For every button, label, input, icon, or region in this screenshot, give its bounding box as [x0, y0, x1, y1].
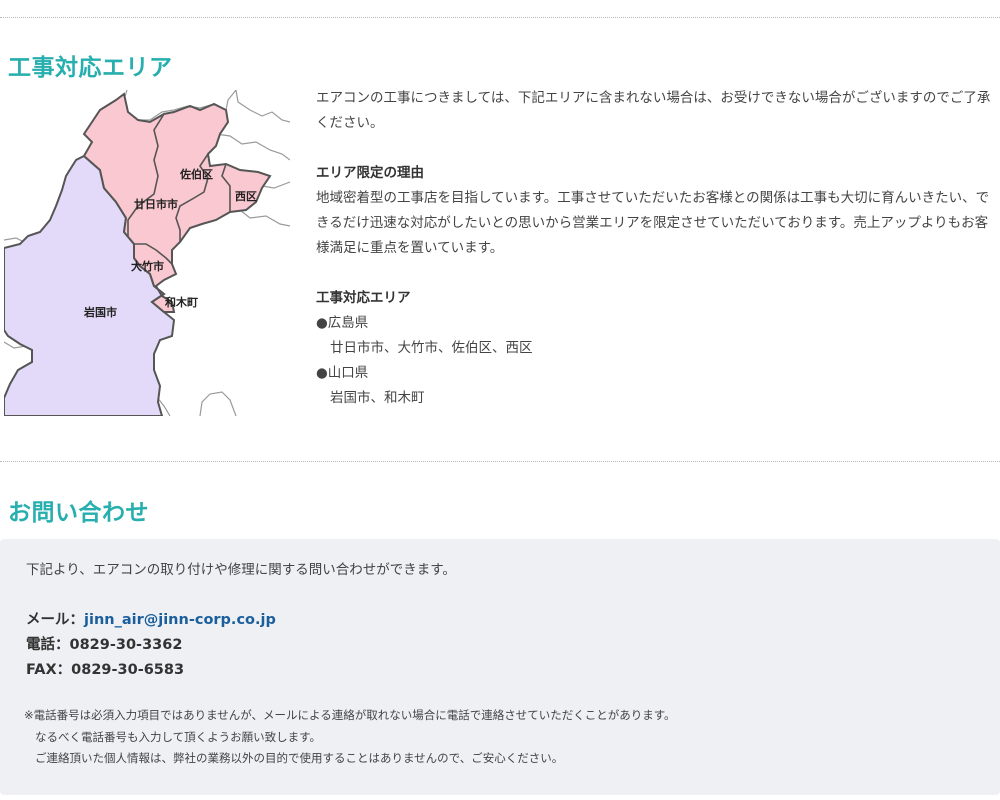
- note-line: なるべく電話番号も入力して頂くようお願い致します。: [35, 729, 322, 744]
- prefecture-hiroshima: ●広島県: [316, 315, 369, 331]
- reason-body: 地域密着型の工事店を目指しています。工事させていただいたお客様との関係は工事も大…: [316, 190, 990, 256]
- contact-notes: ※電話番号は必須入力項目ではありませんが、メールによる連絡が取れない場合に電話で…: [24, 705, 676, 770]
- contact-details: メール：jinn_air@jinn-corp.co.jp 電話：0829-30-…: [26, 608, 276, 683]
- contact-intro: 下記より、エアコンの取り付けや修理に関する問い合わせができます。: [26, 562, 456, 578]
- contact-box: 下記より、エアコンの取り付けや修理に関する問い合わせができます。 メール：jin…: [0, 539, 1000, 795]
- area-list-heading: 工事対応エリア: [316, 290, 411, 306]
- contact-section-title: お問い合わせ: [8, 500, 149, 526]
- note-line: ※電話番号は必須入力項目ではありませんが、メールによる連絡が取れない場合に電話で…: [24, 708, 676, 722]
- map-label-otake: 大竹市: [131, 259, 164, 273]
- note-line: ご連絡頂いた個人情報は、弊社の業務以外の目的で使用することはありませんので、ご安…: [35, 751, 564, 765]
- map-label-saeki: 佐伯区: [179, 167, 213, 181]
- area-intro: エアコンの工事につきましては、下記エリアに含まれない場合は、お受けできない場合が…: [316, 90, 991, 131]
- fax-row: FAX：0829-30-6583: [26, 662, 185, 678]
- cities-hiroshima: 廿日市市、大竹市、佐伯区、西区: [330, 340, 533, 356]
- mail-link[interactable]: jinn_air@jinn-corp.co.jp: [84, 612, 276, 628]
- mail-row: メール：jinn_air@jinn-corp.co.jp: [26, 608, 276, 633]
- reason-heading: エリア限定の理由: [316, 165, 424, 181]
- map-label-nishi: 西区: [235, 190, 257, 203]
- area-description: エアコンの工事につきましては、下記エリアに含まれない場合は、お受けできない場合が…: [316, 86, 992, 411]
- mail-label: メール：: [26, 612, 84, 628]
- cities-yamaguchi: 岩国市、和木町: [330, 390, 425, 406]
- map-label-iwakuni: 岩国市: [83, 305, 117, 319]
- phone-row: 電話：0829-30-3362: [26, 637, 183, 653]
- area-section-title: 工事対応エリア: [8, 55, 173, 81]
- top-divider: [0, 17, 1000, 18]
- map-label-hatsukaichi: 廿日市市: [134, 197, 178, 211]
- map-label-waki: 和木町: [165, 295, 198, 309]
- prefecture-yamaguchi: ●山口県: [316, 365, 369, 381]
- service-area-map: 佐伯区 廿日市市 西区 大竹市 岩国市 和木町: [4, 90, 290, 416]
- middle-divider: [0, 461, 1000, 462]
